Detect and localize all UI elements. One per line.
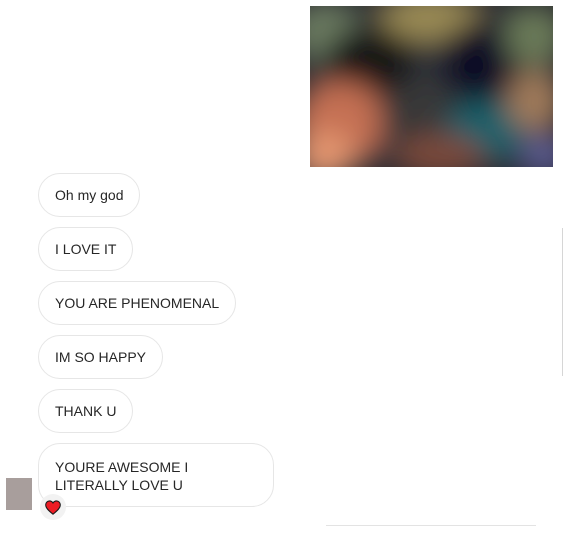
message-bubble[interactable]: I LOVE IT — [38, 227, 134, 271]
sender-avatar[interactable] — [6, 478, 32, 510]
composer-top-edge — [326, 525, 536, 526]
message-bubble[interactable]: THANK U — [38, 389, 134, 433]
message-text: IM SO HAPPY — [55, 349, 147, 365]
message-bubble[interactable]: Oh my god — [38, 173, 141, 217]
heart-reaction[interactable] — [40, 494, 66, 520]
message-text: YOURE AWESOME I LITERALLY LOVE U — [55, 459, 189, 493]
shared-photo[interactable] — [310, 6, 553, 167]
message-bubble[interactable]: YOU ARE PHENOMENAL — [38, 281, 237, 325]
message-thread: Oh my god I LOVE IT YOU ARE PHENOMENAL I… — [0, 0, 563, 536]
message-bubble[interactable]: YOURE AWESOME I LITERALLY LOVE U — [38, 443, 274, 507]
message-text: YOU ARE PHENOMENAL — [55, 295, 220, 311]
message-text: THANK U — [55, 403, 117, 419]
heart-icon — [45, 499, 61, 515]
message-text: Oh my god — [55, 187, 124, 203]
message-text: I LOVE IT — [55, 241, 117, 257]
blurred-photo-icon — [310, 6, 553, 167]
message-bubble[interactable]: IM SO HAPPY — [38, 335, 164, 379]
